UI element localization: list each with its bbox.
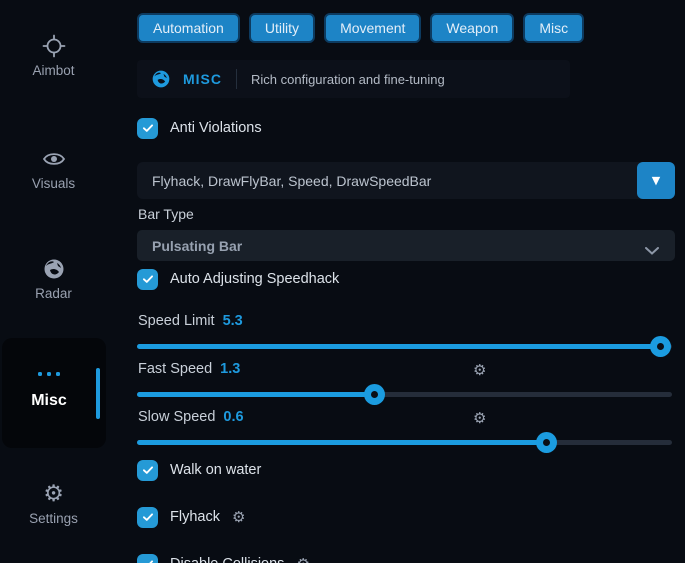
- tab-automation[interactable]: Automation: [137, 13, 240, 43]
- dropdown-open-button[interactable]: ▼: [637, 162, 675, 199]
- eye-icon: [42, 147, 66, 171]
- slider-handle[interactable]: [364, 384, 385, 405]
- fast-speed-label: Fast Speed 1.3: [138, 361, 240, 377]
- active-indicator: [96, 368, 100, 419]
- sidebar-item-label: Settings: [29, 511, 78, 526]
- slider-label-text: Speed Limit: [138, 313, 215, 329]
- feature-multiselect[interactable]: Flyhack, DrawFlyBar, Speed, DrawSpeedBar…: [137, 162, 675, 199]
- tab-movement[interactable]: Movement: [324, 13, 421, 43]
- checkbox-checked-icon[interactable]: [137, 507, 158, 528]
- sidebar-item-misc[interactable]: Misc: [2, 338, 106, 448]
- fast-speed-slider[interactable]: [137, 384, 672, 405]
- sidebar-item-visuals[interactable]: Visuals: [0, 147, 107, 191]
- select-value: Pulsating Bar: [137, 238, 242, 254]
- globe-icon: [42, 257, 66, 281]
- checkbox-row-flyhack[interactable]: Flyhack ⚙: [137, 506, 245, 528]
- gear-icon: ⚙: [42, 482, 66, 506]
- tab-utility[interactable]: Utility: [249, 13, 315, 43]
- section-subtitle: Rich configuration and fine-tuning: [251, 72, 445, 87]
- checkbox-row-walk-on-water[interactable]: Walk on water: [137, 459, 261, 481]
- gear-icon[interactable]: ⚙: [473, 362, 486, 378]
- tab-bar: Automation Utility Movement Weapon Misc: [137, 13, 584, 43]
- sidebar-item-aimbot[interactable]: Aimbot: [0, 34, 107, 78]
- speed-limit-slider[interactable]: [137, 336, 672, 357]
- slider-label-text: Slow Speed: [138, 409, 215, 425]
- chevron-down-icon: [645, 242, 659, 260]
- gear-icon[interactable]: ⚙: [296, 556, 309, 563]
- checkbox-checked-icon[interactable]: [137, 460, 158, 481]
- ellipsis-icon: [2, 372, 96, 376]
- checkbox-checked-icon[interactable]: [137, 269, 158, 290]
- slider-value: 1.3: [220, 361, 240, 377]
- multiselect-value: Flyhack, DrawFlyBar, Speed, DrawSpeedBar: [137, 173, 431, 189]
- section-header: MISC Rich configuration and fine-tuning: [137, 60, 570, 98]
- checkbox-label: Flyhack: [170, 509, 220, 525]
- slider-fill: [137, 440, 546, 445]
- sidebar-item-radar[interactable]: Radar: [0, 257, 107, 301]
- divider: [236, 69, 237, 89]
- tab-weapon[interactable]: Weapon: [430, 13, 514, 43]
- sidebar-item-settings[interactable]: ⚙ Settings: [0, 482, 107, 526]
- slider-handle[interactable]: [650, 336, 671, 357]
- speed-limit-label: Speed Limit 5.3: [138, 313, 243, 329]
- checkbox-checked-icon[interactable]: [137, 118, 158, 139]
- bar-type-label: Bar Type: [138, 206, 194, 222]
- bar-type-select[interactable]: Pulsating Bar: [137, 230, 675, 261]
- sidebar-item-label: Aimbot: [32, 63, 74, 78]
- slider-fill: [137, 392, 374, 397]
- sidebar-item-label: Visuals: [32, 176, 75, 191]
- gear-icon[interactable]: ⚙: [232, 509, 245, 525]
- slider-label-text: Fast Speed: [138, 361, 212, 377]
- checkbox-label: Auto Adjusting Speedhack: [170, 271, 339, 287]
- triangle-down-icon: ▼: [652, 174, 660, 187]
- sidebar-item-label: Radar: [35, 286, 72, 301]
- checkbox-checked-icon[interactable]: [137, 554, 158, 563]
- checkbox-label: Disable Collisions: [170, 556, 284, 563]
- globe-icon: [151, 69, 171, 89]
- checkbox-label: Anti Violations: [170, 120, 262, 136]
- crosshair-icon: [42, 34, 66, 58]
- checkbox-row-disable-collisions[interactable]: Disable Collisions ⚙: [137, 553, 310, 563]
- gear-icon[interactable]: ⚙: [473, 410, 486, 426]
- slider-fill: [137, 344, 660, 349]
- checkbox-row-auto-adjusting-speedhack[interactable]: Auto Adjusting Speedhack: [137, 268, 339, 290]
- tab-misc[interactable]: Misc: [523, 13, 584, 43]
- checkbox-row-anti-violations[interactable]: Anti Violations: [137, 117, 262, 139]
- slow-speed-label: Slow Speed 0.6: [138, 409, 244, 425]
- slow-speed-slider[interactable]: [137, 432, 672, 453]
- slider-handle[interactable]: [536, 432, 557, 453]
- mod-menu-window: Aimbot Visuals Radar Misc ⚙: [0, 0, 685, 563]
- sidebar-item-label: Misc: [2, 392, 96, 410]
- slider-value: 0.6: [223, 409, 243, 425]
- section-title: MISC: [183, 71, 222, 87]
- checkbox-label: Walk on water: [170, 462, 261, 478]
- slider-value: 5.3: [223, 313, 243, 329]
